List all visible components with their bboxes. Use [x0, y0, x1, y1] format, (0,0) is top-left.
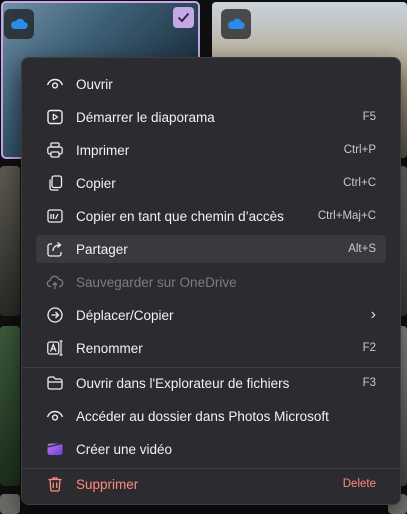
photo-thumbnail[interactable]	[0, 494, 20, 514]
menu-item-shortcut: Ctrl+P	[343, 144, 376, 156]
menu-item-delete[interactable]: Supprimer Delete	[36, 470, 386, 498]
share-icon	[46, 240, 64, 258]
menu-item-shortcut: F3	[362, 377, 376, 389]
menu-item-slideshow[interactable]: Démarrer le diaporama F5	[36, 103, 386, 131]
menu-item-label: Partager	[76, 241, 128, 257]
onedrive-cloud-icon	[4, 9, 34, 39]
menu-item-copy[interactable]: Copier Ctrl+C	[36, 169, 386, 197]
menu-item-label: Ouvrir	[76, 76, 113, 92]
eye-icon	[46, 407, 64, 425]
selection-checkbox[interactable]	[173, 7, 194, 28]
eye-icon	[46, 75, 64, 93]
menu-separator	[22, 367, 400, 368]
menu-item-label: Renommer	[76, 340, 143, 356]
menu-item-open-explorer[interactable]: Ouvrir dans l'Explorateur de fichiers F3	[36, 369, 386, 397]
menu-item-label: Copier en tant que chemin d’accès	[76, 208, 284, 224]
menu-item-shortcut: Ctrl+C	[343, 177, 376, 189]
trash-icon	[46, 475, 64, 493]
menu-item-label: Déplacer/Copier	[76, 307, 174, 323]
menu-item-shortcut: Ctrl+Maj+C	[317, 210, 376, 222]
menu-item-label: Sauvegarder sur OneDrive	[76, 274, 237, 290]
menu-item-shortcut: Alt+S	[348, 243, 376, 255]
printer-icon	[46, 141, 64, 159]
copy-path-icon	[46, 207, 64, 225]
menu-item-copy-path[interactable]: Copier en tant que chemin d’accès Ctrl+M…	[36, 202, 386, 230]
move-icon	[46, 306, 64, 324]
menu-item-shortcut: F5	[362, 111, 376, 123]
folder-icon	[46, 374, 64, 392]
menu-item-label: Accéder au dossier dans Photos Microsoft	[76, 408, 329, 424]
menu-item-label: Démarrer le diaporama	[76, 109, 215, 125]
menu-item-label: Créer une vidéo	[76, 441, 173, 457]
rename-icon	[46, 339, 64, 357]
menu-separator	[22, 468, 400, 469]
menu-item-open[interactable]: Ouvrir	[36, 70, 386, 98]
menu-item-label: Supprimer	[76, 476, 139, 492]
onedrive-cloud-icon	[221, 9, 251, 39]
menu-item-rename[interactable]: Renommer F2	[36, 334, 386, 362]
slideshow-icon	[46, 108, 64, 126]
menu-item-open-in-photos[interactable]: Accéder au dossier dans Photos Microsoft	[36, 402, 386, 430]
menu-item-shortcut: F2	[362, 342, 376, 354]
photo-thumbnail[interactable]	[0, 326, 20, 486]
cloud-upload-icon	[46, 273, 64, 291]
menu-item-label: Imprimer	[76, 142, 130, 158]
submenu-chevron-icon: ›	[370, 306, 376, 323]
photo-thumbnail[interactable]	[0, 166, 20, 316]
menu-item-label: Copier	[76, 175, 116, 191]
context-menu: Ouvrir Démarrer le diaporama F5 Imprimer…	[21, 57, 401, 505]
menu-item-shortcut: Delete	[342, 478, 376, 490]
menu-item-print[interactable]: Imprimer Ctrl+P	[36, 136, 386, 164]
menu-item-move-copy[interactable]: Déplacer/Copier ›	[36, 301, 386, 329]
copy-icon	[46, 174, 64, 192]
menu-item-share[interactable]: Partager Alt+S	[36, 235, 386, 263]
clipchamp-icon	[46, 440, 64, 458]
menu-item-label: Ouvrir dans l'Explorateur de fichiers	[76, 375, 290, 391]
photo-gallery: Ouvrir Démarrer le diaporama F5 Imprimer…	[0, 0, 407, 514]
menu-item-backup-onedrive: Sauvegarder sur OneDrive	[36, 268, 386, 296]
menu-item-create-video[interactable]: Créer une vidéo	[36, 435, 386, 463]
